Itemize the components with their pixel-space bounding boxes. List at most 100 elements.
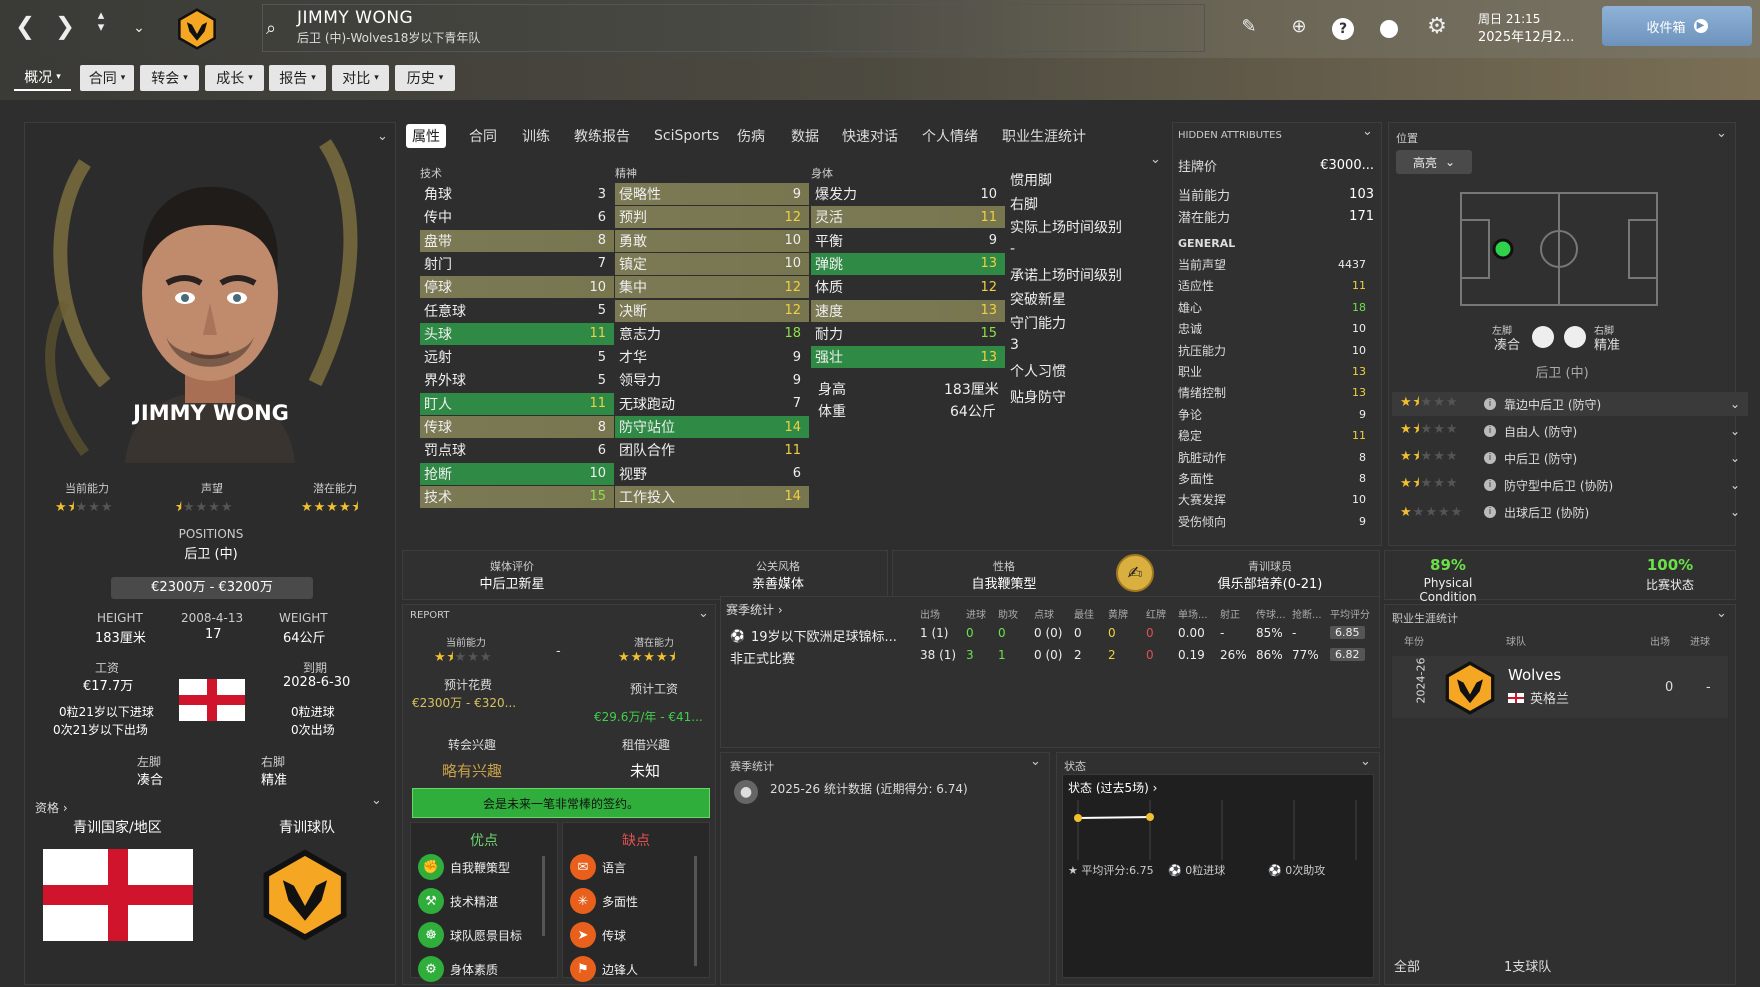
club-crest-icon[interactable] xyxy=(174,6,220,52)
career-title: 职业生涯统计 xyxy=(1392,612,1458,625)
edit-icon[interactable]: ✎ xyxy=(1236,16,1262,42)
inbox-button[interactable]: 收件箱 ▶ xyxy=(1602,6,1752,46)
tab-quick-chat[interactable]: 快速对话 xyxy=(836,124,904,148)
back-icon[interactable]: ❮ xyxy=(12,12,38,40)
hidden-attr-row: 情绪控制 13 xyxy=(1178,382,1374,403)
chevron-down-icon[interactable]: ⌄ xyxy=(1730,424,1740,438)
career-footer-all: 全部 xyxy=(1394,960,1421,975)
match-fitness-label: 比赛状态 xyxy=(1645,578,1694,592)
pro-icon: ⚙ xyxy=(418,956,444,982)
attributes-dropdown-icon[interactable]: ⌄ xyxy=(1150,152,1161,167)
tab-injuries[interactable]: 伤病 xyxy=(731,124,771,148)
highlight-select[interactable]: 高亮 ⌄ xyxy=(1396,150,1472,174)
datetime-day: 周日 21:15 xyxy=(1478,12,1541,26)
info-icon[interactable]: i xyxy=(1484,425,1496,437)
attr-side-item: - xyxy=(1010,241,1016,257)
role-row[interactable]: ★⯨★★★ i 靠边中后卫 (防守) ⌄ xyxy=(1392,392,1748,416)
loan-interest-value: 未知 xyxy=(630,762,661,780)
qual-dropdown-icon[interactable]: ⌄ xyxy=(371,793,382,808)
globe-icon[interactable]: ⊕ xyxy=(1286,16,1312,42)
height-value: 183厘米 xyxy=(95,631,146,646)
chevron-down-icon[interactable]: ⌄ xyxy=(126,20,152,36)
status-dot-icon[interactable] xyxy=(1380,20,1398,38)
tab-stats[interactable]: 数据 xyxy=(785,124,825,148)
menu-reports[interactable]: 报告 ▾ xyxy=(269,65,326,91)
attr-side-item: 实际上场时间级别 xyxy=(1010,220,1122,236)
chevron-down-icon[interactable]: ⌄ xyxy=(1730,478,1740,492)
mental-attr-value: 7 xyxy=(792,396,801,412)
cons-scrollbar[interactable] xyxy=(694,856,697,966)
tab-coach-report[interactable]: 教练报告 xyxy=(568,124,636,148)
position-dropdown-icon[interactable]: ⌄ xyxy=(1716,126,1727,141)
season-cell: 26% xyxy=(1220,648,1247,662)
chevron-down-icon: ▾ xyxy=(56,72,61,82)
info-icon[interactable]: i xyxy=(1484,506,1496,518)
role-row[interactable]: ★★★★★ i 出球后卫 (协防) ⌄ xyxy=(1392,500,1748,524)
menu-development[interactable]: 成长 ▾ xyxy=(205,65,264,91)
help-icon[interactable]: ? xyxy=(1332,18,1354,40)
career-dropdown-icon[interactable]: ⌄ xyxy=(1716,606,1727,621)
hidden-attr-name: 受伤倾向 xyxy=(1178,514,1227,529)
profile-name: JIMMY WONG xyxy=(133,401,289,425)
technical-attr-name: 头球 xyxy=(424,326,452,343)
pr-value: 亲善媒体 xyxy=(751,577,804,592)
mental-attr-row: 决断 12 xyxy=(615,299,809,322)
menu-overview[interactable]: 概况 ▾ xyxy=(14,65,71,91)
info-icon[interactable]: i xyxy=(1484,452,1496,464)
hidden-attr-row: 肮脏动作 8 xyxy=(1178,447,1374,468)
info-icon[interactable]: i xyxy=(1484,479,1496,491)
tab-scisports[interactable]: SciSports xyxy=(648,124,725,148)
pros-scrollbar[interactable] xyxy=(542,856,545,936)
chevron-down-icon: ▾ xyxy=(248,73,253,83)
menu-compare[interactable]: 对比 ▾ xyxy=(332,65,389,91)
hidden-title: HIDDEN ATTRIBUTES xyxy=(1178,130,1282,141)
mental-attr-name: 视野 xyxy=(619,466,647,483)
menu-history[interactable]: 历史 ▾ xyxy=(395,65,455,91)
role-row[interactable]: ★⯨★★★ i 自由人 (防守) ⌄ xyxy=(1392,419,1748,443)
technical-attr-name: 任意球 xyxy=(424,303,466,320)
season-cell: 0 xyxy=(1074,626,1082,640)
mental-attr-name: 团队合作 xyxy=(619,443,675,460)
menu-contract[interactable]: 合同 ▾ xyxy=(80,65,134,91)
season-cell: 38 (1) xyxy=(920,648,957,662)
tab-happiness[interactable]: 个人情绪 xyxy=(916,124,984,148)
forward-icon[interactable]: ❯ xyxy=(52,12,78,40)
search-icon[interactable]: ⌕ xyxy=(266,18,276,39)
menu-transfer[interactable]: 转会 ▾ xyxy=(140,65,199,91)
tab-attributes[interactable]: 属性 xyxy=(406,124,446,148)
season2-dropdown-icon[interactable]: ⌄ xyxy=(1030,754,1041,769)
role-row[interactable]: ★⯨★★★ i 中后卫 (防守) ⌄ xyxy=(1392,446,1748,470)
wage-value: €17.7万 xyxy=(83,679,134,694)
chevron-down-icon[interactable]: ⌄ xyxy=(1730,505,1740,519)
qualifications-link[interactable]: 资格 › xyxy=(35,799,68,816)
tab-training[interactable]: 训练 xyxy=(516,124,556,148)
technical-attr-row: 抢断 10 xyxy=(420,462,614,485)
role-row[interactable]: ★⯨★★★ i 防守型中后卫 (协防) ⌄ xyxy=(1392,473,1748,497)
form-dropdown-icon[interactable]: ⌄ xyxy=(1360,754,1371,769)
tab-career-stats[interactable]: 职业生涯统计 xyxy=(996,124,1092,148)
gear-icon[interactable]: ⚙ xyxy=(1424,14,1450,40)
mental-attr-row: 意志力 18 xyxy=(615,323,809,345)
season-cell: - xyxy=(1292,626,1297,640)
attr-height-label: 身高 xyxy=(818,382,846,398)
chevron-down-icon[interactable]: ⌄ xyxy=(1730,451,1740,465)
chevron-down-icon[interactable]: ⌄ xyxy=(1730,397,1740,411)
tab-contract[interactable]: 合同 xyxy=(463,124,503,148)
form-sub-link[interactable]: 状态 (过去5场) › xyxy=(1068,779,1157,796)
transfer-interest-value: 略有兴趣 xyxy=(442,762,503,780)
season-stats-link[interactable]: 赛季统计 › xyxy=(726,601,783,618)
report-dropdown-icon[interactable]: ⌄ xyxy=(698,606,709,621)
season-col-header: 助攻 xyxy=(998,610,1018,621)
career-footer-clubs: 1支球队 xyxy=(1504,960,1552,975)
value-range: €2300万 - €3200万 xyxy=(111,577,313,599)
con-item: ➤ 传球 xyxy=(570,922,626,948)
technical-attr-value: 6 xyxy=(597,209,606,225)
hidden-attr-name: 职业 xyxy=(1178,365,1203,379)
assist-icon: ⚽ xyxy=(1268,864,1282,877)
up-down-icon[interactable]: ▴ ▾ xyxy=(88,9,114,34)
mental-attr-name: 镇定 xyxy=(619,256,647,273)
hidden-dropdown-icon[interactable]: ⌄ xyxy=(1362,124,1373,139)
expiry-value: 2028-6-30 xyxy=(283,675,351,690)
info-icon[interactable]: i xyxy=(1484,398,1496,410)
profile-dropdown-icon[interactable]: ⌄ xyxy=(377,129,388,144)
